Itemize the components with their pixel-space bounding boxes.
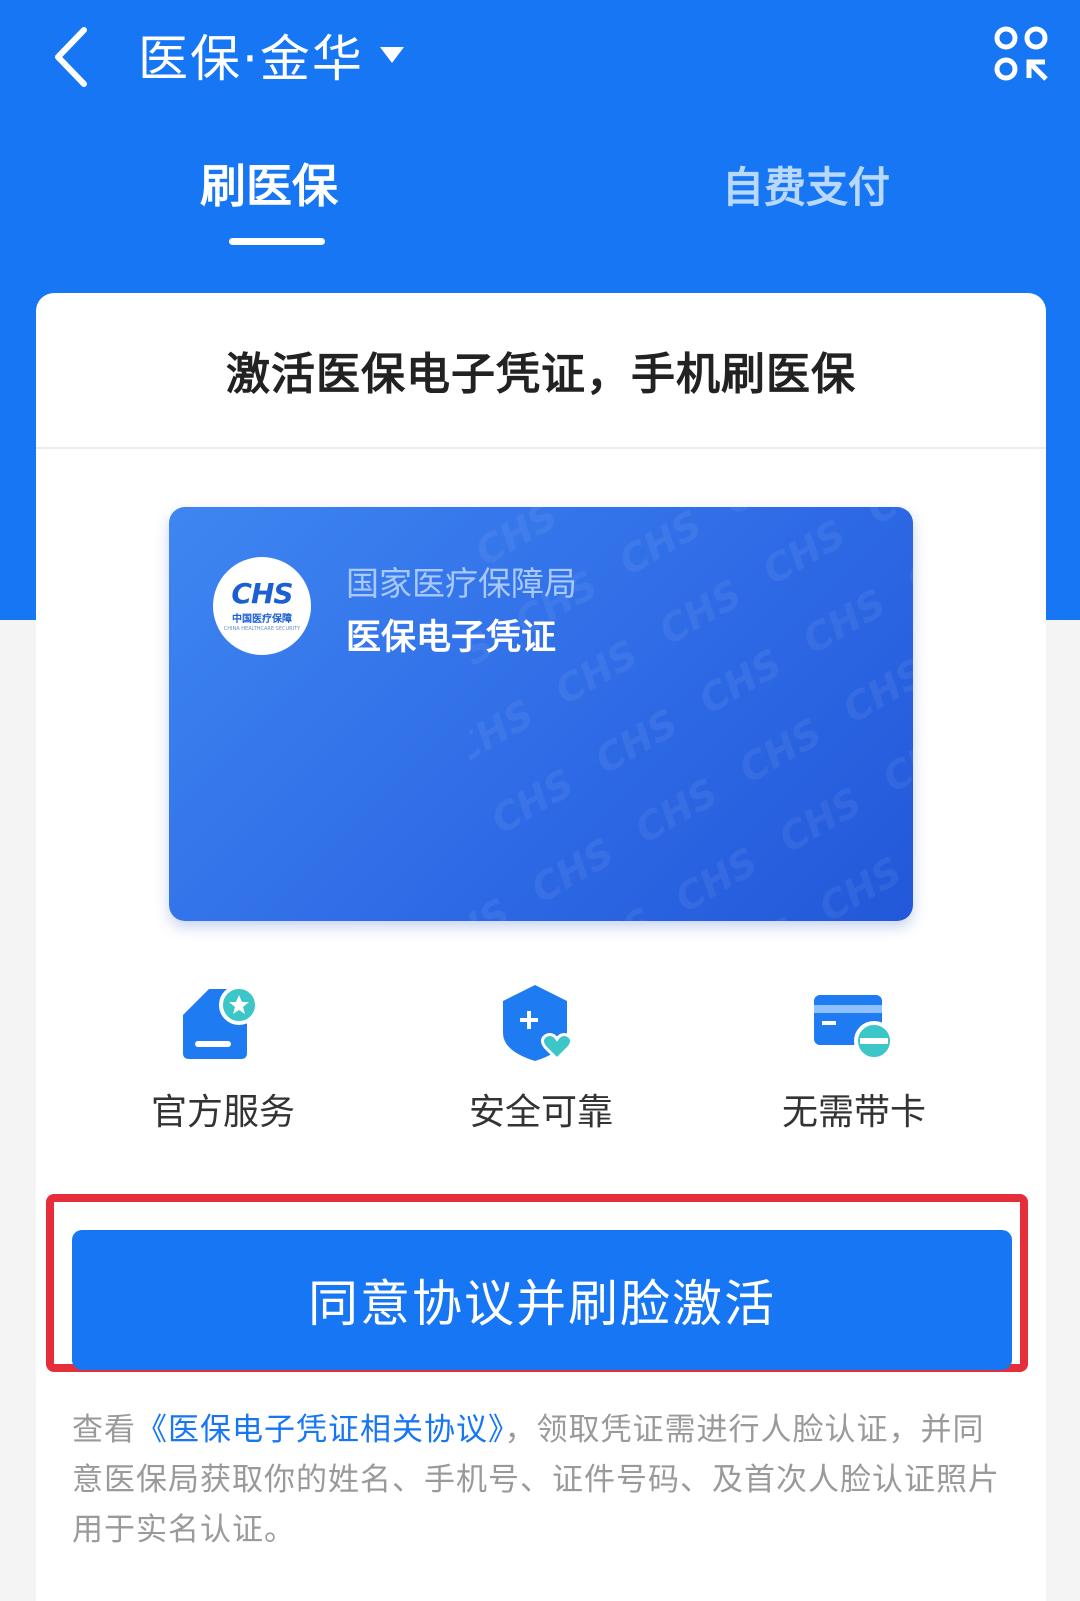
card-title: 激活医保电子凭证，手机刷医保 [226,349,856,400]
agreement-link[interactable]: 《医保电子凭证相关协议》 [136,1412,505,1448]
notice-prefix: 查看 [72,1412,136,1448]
no-card-icon [814,995,894,1061]
feature-security: 安全可靠 [416,983,666,1135]
certificate-name: 医保电子凭证 [346,618,557,658]
active-tab-indicator [229,238,325,245]
feature-no-card: 无需带卡 [729,983,979,1135]
official-service-icon [183,985,259,1059]
issuer-name: 国家医疗保障局 [346,564,577,603]
security-shield-icon [503,985,574,1062]
chevron-left-icon [55,27,87,87]
scan-button[interactable] [994,26,1050,82]
card-header: 激活医保电子凭证，手机刷医保 [36,293,1046,449]
caret-down-icon [379,47,404,63]
agree-and-activate-button[interactable]: 同意协议并刷脸激活 [72,1230,1012,1370]
feature-label: 安全可靠 [468,1092,613,1133]
back-button[interactable] [46,22,106,92]
feature-list: 官方服务 安全可靠 无需带卡 [36,983,1046,1153]
app-header: 医保·金华 [0,0,1080,110]
city-selector[interactable]: 医保·金华 [138,20,404,90]
feature-label: 无需带卡 [781,1092,926,1133]
agreement-notice: 查看《医保电子凭证相关协议》，领取凭证需进行人脸认证，并同意医保局获取你的姓名、… [72,1405,1002,1555]
cta-label: 同意协议并刷脸激活 [308,1275,776,1333]
page-title: 医保·金华 [138,30,364,88]
e-certificate-card: CHS CHS 中国医疗保障 CHINA HEALTHCARE SECURITY… [169,507,913,921]
tab-medical-insurance[interactable]: 刷医保 [200,150,338,216]
feature-official: 官方服务 [98,983,348,1135]
feature-label: 官方服务 [150,1092,295,1133]
scan-icon [994,26,1048,81]
tab-bar: 刷医保 自费支付 [0,150,1080,250]
tab-self-pay[interactable]: 自费支付 [722,154,890,215]
chs-logo: CHS 中国医疗保障 CHINA HEALTHCARE SECURITY [213,557,311,655]
